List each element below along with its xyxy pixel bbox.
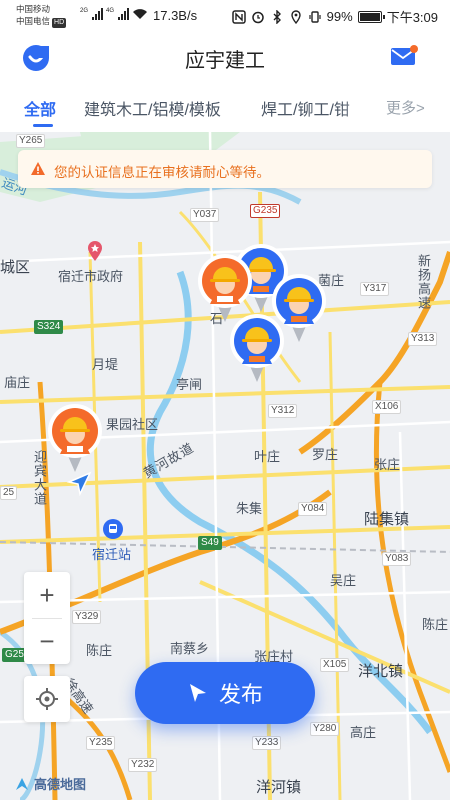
category-tabs: 全部 建筑木工/铝模/模板 焊工/铆工/钳 更多> [0,84,450,130]
tab-carpentry[interactable]: 建筑木工/铝模/模板 [84,96,221,120]
publish-button[interactable]: 发布 [135,662,315,724]
label-miaozhuang: 庙庄 [4,375,31,390]
bluetooth-icon [273,9,281,24]
road-y084: Y084 [298,502,328,516]
signal-bars-1-icon [92,8,104,20]
cursor-arrow-icon [189,684,206,702]
battery-icon [357,10,385,23]
label-tingzha: 亭闸 [176,377,203,392]
road-y037: Y037 [190,208,220,222]
gov-pin-icon [88,241,102,261]
signal-indicators: 2G 4G [80,8,148,20]
label-nancaixiang: 南蔡乡 [170,641,210,656]
tab-welding[interactable]: 焊工/铆工/钳 [261,96,350,120]
label-xinyang: 新扬高速 [416,254,431,310]
label-chenzhuang-right: 陈庄 [422,617,449,632]
alarm-icon [251,11,264,23]
network-speed: 17.3B/s [153,8,198,23]
zoom-in-button[interactable]: + [24,572,70,618]
train-station-icon [103,519,123,539]
label-yanghezhen: 洋河镇 [256,779,302,796]
tab-all[interactable]: 全部 [24,96,56,120]
road-y235: Y235 [86,736,116,750]
clock: 下午3:09 [386,10,438,25]
amap-logo-icon [16,777,28,790]
zoom-controls: + − [24,572,70,664]
road-s324: S324 [34,320,64,334]
signal-bars-2-icon [118,8,130,20]
notice-text: 您的认证信息正在审核请耐心等待。 [54,165,270,180]
worker-avatar-icon [48,404,102,472]
net-type-1: 2G [80,8,89,14]
crosshair-icon [36,688,58,710]
amap-logo: 高德地图 [14,774,86,793]
label-chenzhuang-left: 陈庄 [86,643,113,658]
location-pin-icon [290,9,301,24]
status-bar: 中国移动 中国电信 HD 2G 4G 17.3B/s 99% 下午3:09 [0,0,450,32]
road-y317: Y317 [360,282,390,296]
label-yangbeizhen: 洋北镇 [358,663,404,680]
battery-percent: 99% [326,9,353,24]
label-yeshu: 叶庄 [254,449,281,464]
tab-fade [340,84,380,130]
label-suqian-station: 宿迁站 [92,547,132,562]
road-y313: Y313 [408,332,438,346]
worker-avatar-icon [230,314,284,382]
road-x105: X105 [320,658,350,672]
zoom-out-button[interactable]: − [24,618,70,664]
publish-label: 发布 [218,682,263,707]
road-x106: X106 [372,400,402,414]
status-right: 99% 下午3:09 [231,7,438,26]
wifi-icon [133,9,148,19]
label-zhangzhuang: 张庄 [374,457,401,472]
road-y280: Y280 [310,722,340,736]
worker-marker[interactable] [228,312,286,384]
label-zhuji: 朱集 [236,501,263,516]
unread-dot [410,45,418,53]
label-gaozhuang: 高庄 [350,725,377,740]
tab-active-indicator [33,124,53,127]
road-y265: Y265 [16,134,46,148]
tab-more[interactable]: 更多> [386,97,425,118]
label-lujizhen: 陆集镇 [364,511,410,528]
road-y232: Y232 [128,758,158,772]
app-header: 应宇建工 [0,32,450,82]
nfc-icon [231,9,246,24]
road-g235: G235 [250,204,281,218]
label-luozhuang: 罗庄 [312,447,339,462]
label-wuzhuang: 吴庄 [330,573,357,588]
worker-marker[interactable] [46,402,104,474]
hd-badge: HD [52,18,67,28]
label-guoyuan: 果园社区 [106,417,159,432]
warning-icon [31,162,45,175]
road-y329: Y329 [72,610,102,624]
carrier-telecom: 中国电信 [16,16,51,26]
label-gov: 宿迁市政府 [58,269,124,284]
net-type-2: 4G [106,8,115,14]
verification-notice: 您的认证信息正在审核请耐心等待。 [18,150,432,188]
label-yuedi: 月堤 [92,357,119,372]
page-title: 应宇建工 [185,50,265,72]
locate-button[interactable] [24,676,70,722]
road-25: 25 [0,486,18,500]
road-y312: Y312 [268,404,298,418]
carrier-info: 中国移动 中国电信 HD [16,3,67,28]
amap-logo-text: 高德地图 [34,777,87,792]
label-chengqu: 城区 [0,259,31,276]
road-y233: Y233 [252,736,282,750]
road-y083: Y083 [382,552,412,566]
carrier-mobile: 中国移动 [16,4,51,14]
road-s49: S49 [198,536,222,550]
vibrate-icon [309,10,321,23]
